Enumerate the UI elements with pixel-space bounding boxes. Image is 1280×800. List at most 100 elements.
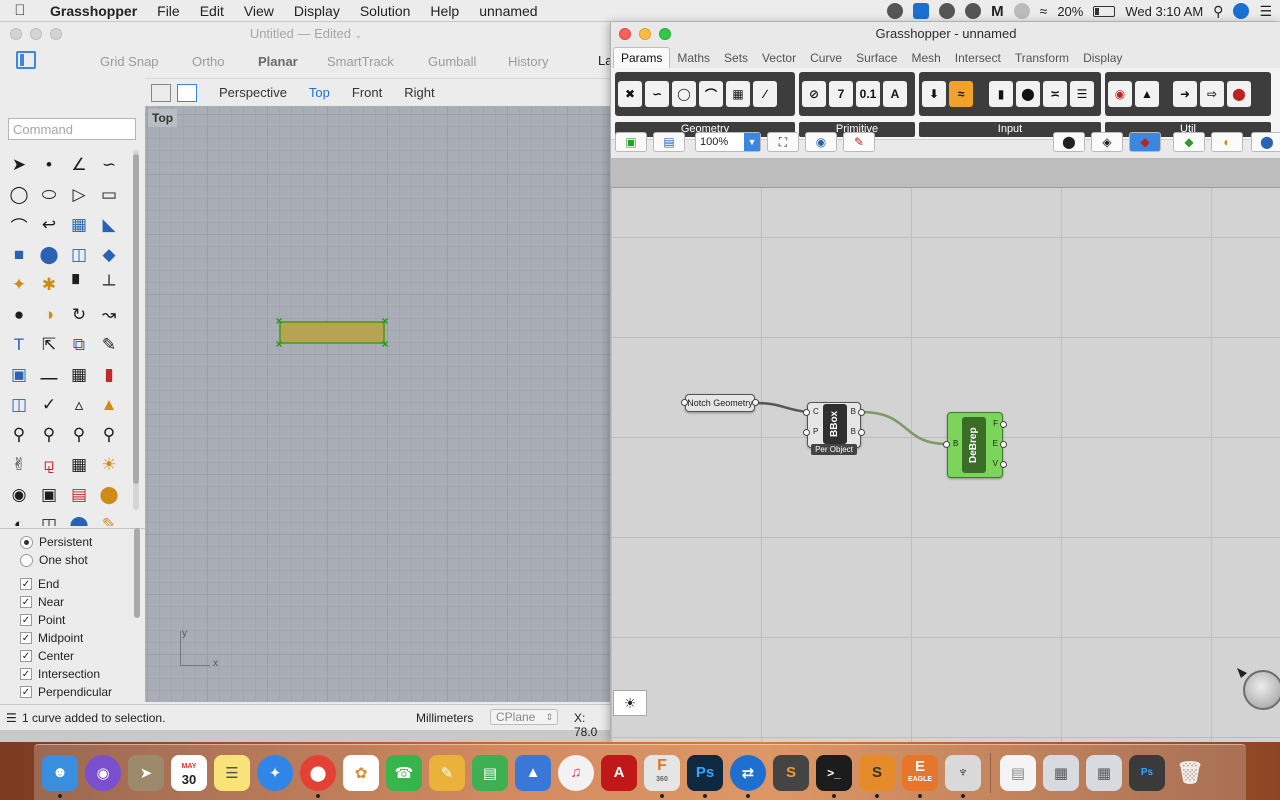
photoshop-icon[interactable]: Ps	[687, 754, 723, 798]
control-point-grip[interactable]: ×	[274, 315, 284, 327]
battery-percent[interactable]: 20%	[1057, 4, 1083, 19]
perpendicular-checkbox[interactable]: ✓	[20, 686, 32, 698]
geometry-param-icon[interactable]: ✖	[618, 81, 642, 107]
viewport-label[interactable]: Top	[148, 109, 178, 127]
select-arrow-icon[interactable]: ➤	[4, 150, 34, 180]
screenshots-stack-icon[interactable]: ▦	[1086, 754, 1122, 791]
surface-param-icon[interactable]: ▦	[726, 81, 750, 107]
fusion-360-icon[interactable]: F 360	[644, 754, 680, 798]
render-icon[interactable]: ▲	[94, 390, 124, 420]
align-icon[interactable]: ▮	[94, 360, 124, 390]
offset-icon[interactable]: ↻	[64, 300, 94, 330]
notification-center-icon[interactable]: ☰	[1259, 3, 1272, 20]
cloud-sync-icon[interactable]	[939, 3, 956, 19]
data-dam-icon[interactable]: ⬤	[1227, 81, 1251, 107]
malwarebytes-icon[interactable]: M	[991, 3, 1004, 20]
navigation-wheel[interactable]	[1243, 670, 1280, 710]
output-port-e[interactable]	[1000, 441, 1007, 448]
join-icon[interactable]: ●	[4, 300, 34, 330]
sketch-pen-icon[interactable]: ✎	[843, 132, 875, 152]
ball-icon[interactable]: ⬤	[64, 510, 94, 526]
zoom-window-icon[interactable]: ⚲	[34, 420, 64, 450]
one-shot-radio[interactable]	[20, 553, 33, 567]
cube-icon[interactable]: ▣	[4, 360, 34, 390]
spotlight-search-icon[interactable]: ⚲	[1213, 3, 1223, 20]
tab-surface[interactable]: Surface	[849, 48, 904, 68]
control-point-grip[interactable]: ×	[274, 338, 284, 350]
finder-icon[interactable]: ☻	[42, 754, 78, 798]
sun-icon[interactable]: ☀	[94, 450, 124, 480]
lock-icon[interactable]: ▣	[34, 480, 64, 510]
osnap-center-row[interactable]: ✓ Center	[20, 649, 74, 663]
facetime-icon[interactable]: ☎	[386, 754, 422, 791]
mesh-quality-icon[interactable]: ⬤	[1251, 132, 1280, 152]
save-file-icon[interactable]: ▤	[653, 132, 685, 152]
car-icon[interactable]: ⚼	[34, 450, 64, 480]
curve-icon[interactable]: ∽	[94, 150, 124, 180]
wifi-icon[interactable]: ≈	[1040, 3, 1048, 19]
itunes-icon[interactable]: ♫	[558, 754, 594, 791]
output-port-b[interactable]	[858, 429, 865, 436]
four-viewports-icon[interactable]	[151, 83, 171, 102]
mesh-icon[interactable]: ◫	[34, 510, 64, 526]
dimension-icon[interactable]: ⎼	[34, 360, 64, 390]
tab-top[interactable]: Top	[309, 85, 330, 100]
osnap-point-row[interactable]: ✓ Point	[20, 613, 65, 627]
toggle-input-icon[interactable]: ⬤	[1016, 81, 1040, 107]
slider-input-icon[interactable]: ≍	[1043, 81, 1067, 107]
box-icon[interactable]: ■	[4, 240, 34, 270]
circle-param-icon[interactable]: ◯	[672, 81, 696, 107]
photos-icon[interactable]: ✿	[343, 754, 379, 791]
osnap-end-row[interactable]: ✓ End	[20, 577, 59, 591]
center-checkbox[interactable]: ✓	[20, 650, 32, 662]
arc-param-icon[interactable]: ⌒	[699, 81, 723, 107]
autocad-icon[interactable]: A	[601, 754, 637, 791]
output-port-b[interactable]	[858, 409, 865, 416]
ortho-button[interactable]: Ortho	[192, 54, 225, 69]
pencil-icon[interactable]: ✎	[94, 510, 124, 526]
menu-edit[interactable]: Edit	[190, 3, 234, 19]
downloads-stack-icon[interactable]: ▦	[1043, 754, 1079, 791]
preview-eye-icon[interactable]: ◉	[805, 132, 837, 152]
menu-document[interactable]: unnamed	[469, 3, 547, 19]
graph-mapper-icon[interactable]: ≈	[949, 81, 973, 107]
curve-param-icon[interactable]: ∽	[645, 81, 669, 107]
trash-icon[interactable]: 🗑	[1172, 755, 1208, 791]
numbers-icon[interactable]: ▤	[472, 754, 508, 791]
menu-file[interactable]: File	[147, 3, 190, 19]
check-icon[interactable]: ✓	[34, 390, 64, 420]
launchpad-icon[interactable]: ➤	[128, 754, 164, 791]
boolean-icon[interactable]: ✦	[4, 270, 34, 300]
battery-icon[interactable]	[1093, 5, 1116, 17]
menu-help[interactable]: Help	[420, 3, 469, 19]
gumball-button[interactable]: Gumball	[428, 54, 476, 69]
tree-icon[interactable]: ▲	[1135, 81, 1159, 107]
pan-icon[interactable]: ✌	[4, 450, 34, 480]
control-point-grip[interactable]: ×	[380, 315, 390, 327]
array-icon[interactable]: ▦	[64, 360, 94, 390]
smarttrack-button[interactable]: SmartTrack	[327, 54, 394, 69]
osnap-midpoint-row[interactable]: ✓ Midpoint	[20, 631, 83, 645]
button-input-icon[interactable]: ▮	[989, 81, 1013, 107]
shaded-preview-icon[interactable]: ◆	[1129, 132, 1161, 152]
menu-solution[interactable]: Solution	[350, 3, 421, 19]
selected-rectangle[interactable]	[279, 321, 385, 344]
midpoint-checkbox[interactable]: ✓	[20, 632, 32, 644]
value-list-icon[interactable]: ☰	[1070, 81, 1094, 107]
sublime-icon[interactable]: S	[859, 754, 895, 798]
chevron-down-icon[interactable]: ▼	[744, 133, 760, 151]
sweep-icon[interactable]: ◑	[34, 300, 64, 330]
rhino-edited-status[interactable]: — Edited	[298, 26, 351, 41]
single-viewport-icon[interactable]	[177, 83, 197, 102]
end-checkbox[interactable]: ✓	[20, 578, 32, 590]
pages-icon[interactable]: ✎	[429, 754, 465, 791]
chrome-icon[interactable]: ⬤	[300, 754, 336, 798]
command-history-icon[interactable]: ☰	[6, 711, 18, 725]
notes-icon[interactable]: ☰	[214, 754, 250, 791]
rhino-focus-icon[interactable]: ☀	[613, 690, 647, 716]
copy-icon[interactable]: ⧉	[64, 330, 94, 360]
surface-icon[interactable]: ▦	[64, 210, 94, 240]
wireframe-preview-icon[interactable]: ◈	[1091, 132, 1123, 152]
input-port-b[interactable]	[943, 441, 950, 448]
extend-icon[interactable]: ↝	[94, 300, 124, 330]
